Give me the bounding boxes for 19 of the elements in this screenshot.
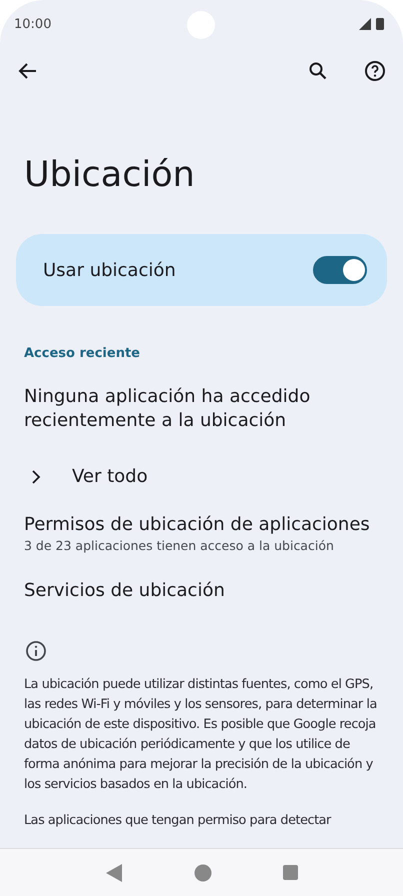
status-time: 10:00 — [14, 16, 52, 32]
list-item-title: Ninguna aplicación ha accedido recientemente a la ubicación — [24, 385, 312, 433]
page-title: Ubicación — [24, 154, 196, 197]
info-icon — [24, 639, 48, 663]
home-nav-icon[interactable] — [194, 864, 212, 882]
recents-nav-icon[interactable] — [282, 865, 298, 880]
list-item-title[interactable]: Permisos de ubicación de aplicaciones — [24, 513, 379, 537]
chevron-icon — [30, 470, 42, 484]
list-item-subtitle: 3 de 23 aplicaciones tienen acceso a la ubicación — [24, 537, 335, 555]
list-item-title: Servicios de ubicación — [24, 579, 226, 603]
toggle-switch[interactable] — [313, 256, 367, 284]
info-paragraph: La ubicación puede utilizar distintas fuentes, como el GPS, las redes Wi-Fi y móviles y los sensores, para determinar la ubicación de este dispositivo. Es posible que Google recoja datos de ubicación periódicamente y que los utilice de forma anónima para mejorar la precisión de la ubicación y los servicios basados en la ubicación. — [24, 676, 378, 794]
info-paragraph: Las aplicaciones que tengan permiso para detectar — [24, 812, 332, 830]
back-nav-icon[interactable] — [105, 862, 124, 882]
see-all-link[interactable]: Ver todo — [72, 465, 148, 489]
section-header: Acceso reciente — [24, 346, 141, 361]
help-icon[interactable] — [363, 59, 387, 83]
switch-label: Usar ubicación — [43, 260, 176, 280]
use-location-card[interactable]: Usar ubicación — [16, 234, 387, 306]
